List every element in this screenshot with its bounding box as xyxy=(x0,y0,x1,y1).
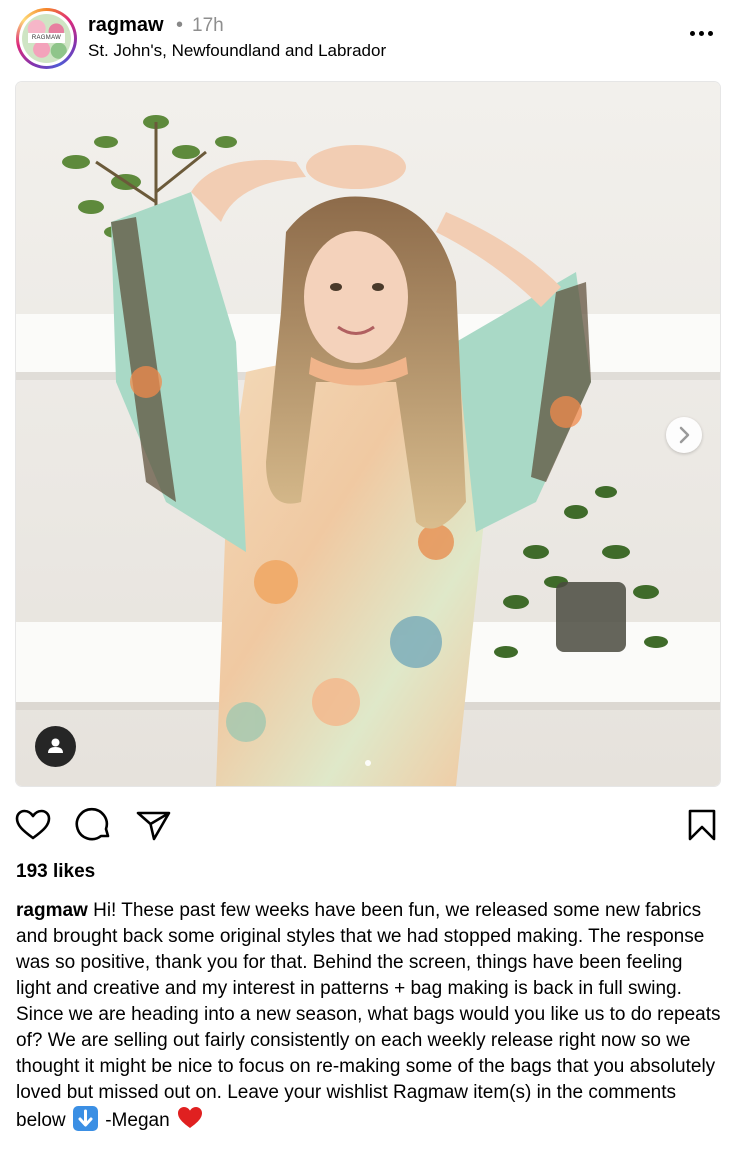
comment-button[interactable] xyxy=(75,806,113,844)
post-header: RAGMAW ragmaw • 17h St. John's, Newfound… xyxy=(0,0,730,80)
post-timestamp[interactable]: 17h xyxy=(192,15,224,37)
like-count[interactable]: 193 likes xyxy=(16,861,95,883)
down-arrow-emoji-icon xyxy=(72,1106,98,1131)
post-username[interactable]: ragmaw xyxy=(88,14,164,37)
caption-signature: -Megan xyxy=(105,1110,170,1131)
arrow-down-glyph xyxy=(78,1109,93,1127)
chevron-right-icon xyxy=(679,426,690,444)
caption-username[interactable]: ragmaw xyxy=(16,900,88,921)
action-bar xyxy=(0,800,730,848)
like-button[interactable] xyxy=(14,806,52,844)
send-icon xyxy=(136,811,171,841)
photo-illustration xyxy=(16,115,720,786)
heart-icon xyxy=(15,809,51,840)
carousel-dot-active xyxy=(365,760,371,766)
next-image-button[interactable] xyxy=(666,417,702,453)
more-options-icon[interactable] xyxy=(688,22,714,46)
carousel-indicator xyxy=(16,753,720,766)
save-button[interactable] xyxy=(683,806,721,844)
comment-icon xyxy=(75,807,110,841)
share-button[interactable] xyxy=(134,806,172,844)
post-location[interactable]: St. John's, Newfoundland and Labrador xyxy=(88,41,386,61)
post-image[interactable] xyxy=(16,82,720,786)
bookmark-icon xyxy=(688,809,716,841)
post-caption: ragmaw Hi! These past few weeks have bee… xyxy=(16,898,721,1134)
separator-dot: • xyxy=(176,14,184,36)
avatar-logo-text: RAGMAW xyxy=(28,33,65,43)
red-heart-emoji-icon xyxy=(177,1107,202,1128)
avatar-image: RAGMAW xyxy=(22,14,71,63)
avatar[interactable]: RAGMAW xyxy=(16,8,77,69)
caption-text: Hi! These past few weeks have been fun, … xyxy=(16,900,721,1131)
